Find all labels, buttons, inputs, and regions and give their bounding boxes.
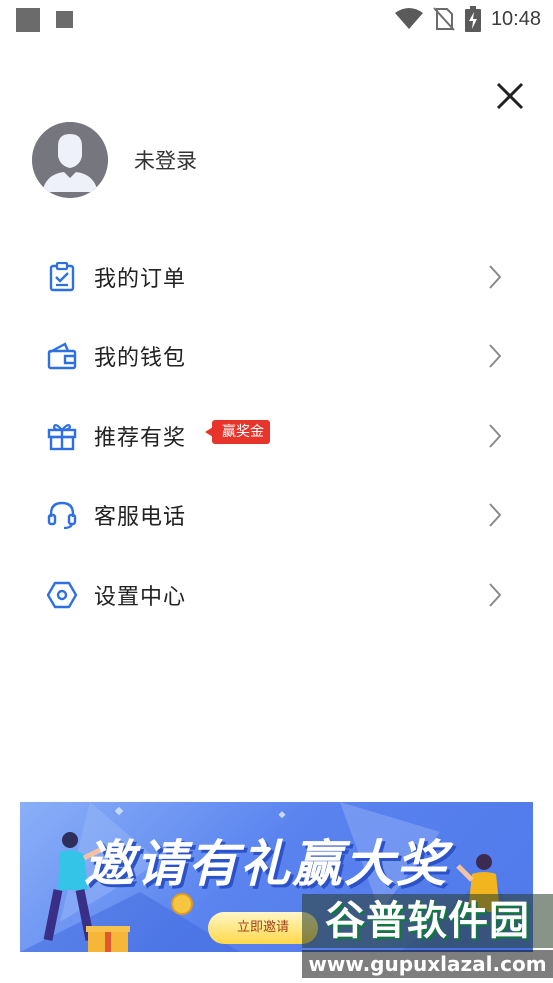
menu-item-customer-service[interactable]: 客服电话 [0, 476, 553, 556]
settings-hexagon-icon [46, 579, 78, 611]
default-user-icon [32, 122, 108, 198]
watermark: 谷普软件园 www.gupuxlazal.com [302, 894, 553, 978]
menu-label-wallet: 我的钱包 [94, 346, 187, 372]
bonus-badge: 赢奖金 [205, 420, 270, 444]
menu-label-settings: 设置中心 [94, 584, 187, 610]
menu-list: 我的订单 我的钱包 推荐有奖 赢奖金 客服电话 设置中心 [0, 237, 553, 635]
chevron-right-icon [486, 582, 504, 608]
status-bar: 10:48 [0, 0, 553, 38]
avatar[interactable] [32, 122, 108, 198]
close-button[interactable] [494, 80, 526, 112]
profile-section[interactable]: 未登录 [32, 122, 197, 198]
notification-icon-small [56, 11, 73, 28]
wallet-icon [46, 340, 78, 372]
status-time: 10:48 [490, 7, 541, 30]
notification-icon [16, 8, 40, 32]
wifi-icon [394, 8, 423, 29]
chevron-right-icon [486, 343, 504, 369]
menu-label-referral: 推荐有奖 [94, 425, 187, 451]
menu-item-orders[interactable]: 我的订单 [0, 237, 553, 317]
menu-item-referral[interactable]: 推荐有奖 赢奖金 [0, 396, 553, 476]
menu-item-settings[interactable]: 设置中心 [0, 555, 553, 635]
gift-box-illustration [86, 926, 130, 952]
no-sim-icon [433, 7, 455, 31]
chevron-right-icon [486, 502, 504, 528]
menu-label-customer-service: 客服电话 [94, 505, 187, 531]
watermark-name: 谷普软件园 [302, 894, 553, 948]
battery-charging-icon [464, 6, 481, 32]
watermark-url: www.gupuxlazal.com [302, 950, 553, 978]
gift-icon [46, 420, 78, 452]
login-status[interactable]: 未登录 [134, 145, 197, 175]
menu-label-orders: 我的订单 [94, 266, 187, 292]
close-icon [496, 82, 524, 110]
banner-title: 邀请有礼赢大奖 [84, 835, 448, 893]
chevron-right-icon [486, 423, 504, 449]
menu-item-wallet[interactable]: 我的钱包 [0, 317, 553, 397]
order-clipboard-icon [46, 261, 78, 293]
chevron-right-icon [486, 264, 504, 290]
headset-icon [46, 499, 78, 531]
